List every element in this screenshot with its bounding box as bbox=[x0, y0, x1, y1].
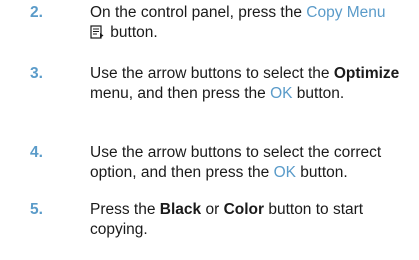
step-number: 2. bbox=[30, 4, 43, 21]
optimize-term: Optimize bbox=[333, 65, 400, 82]
step-text-part: button. bbox=[292, 85, 345, 102]
step-text: On the control panel, press the Copy Men… bbox=[90, 3, 410, 43]
step-text-part: On the control panel, press the bbox=[90, 4, 307, 21]
color-term: Color bbox=[223, 201, 265, 218]
step-text: Press the Black or Color button to start… bbox=[90, 200, 410, 240]
ok-term: OK bbox=[270, 85, 293, 102]
step-text-part: Use the arrow buttons to select the bbox=[90, 65, 334, 82]
step-text: Use the arrow buttons to select the corr… bbox=[90, 143, 410, 183]
step-number: 5. bbox=[30, 201, 43, 218]
step-number: 3. bbox=[30, 65, 43, 82]
step-text: Use the arrow buttons to select the Opti… bbox=[90, 64, 410, 104]
step-number: 4. bbox=[30, 144, 43, 161]
step-text-part: button. bbox=[295, 164, 348, 181]
copy-menu-term: Copy Menu bbox=[306, 4, 386, 21]
step-text-part: menu, and then press the bbox=[90, 85, 271, 102]
instruction-steps: 2. On the control panel, press the Copy … bbox=[0, 0, 419, 260]
black-term: Black bbox=[159, 201, 202, 218]
step-text-part: or bbox=[201, 201, 224, 218]
step-text-part: button. bbox=[106, 24, 158, 41]
ok-term: OK bbox=[273, 164, 296, 181]
copy-menu-icon bbox=[90, 25, 104, 39]
step-text-part: Press the bbox=[90, 201, 160, 218]
